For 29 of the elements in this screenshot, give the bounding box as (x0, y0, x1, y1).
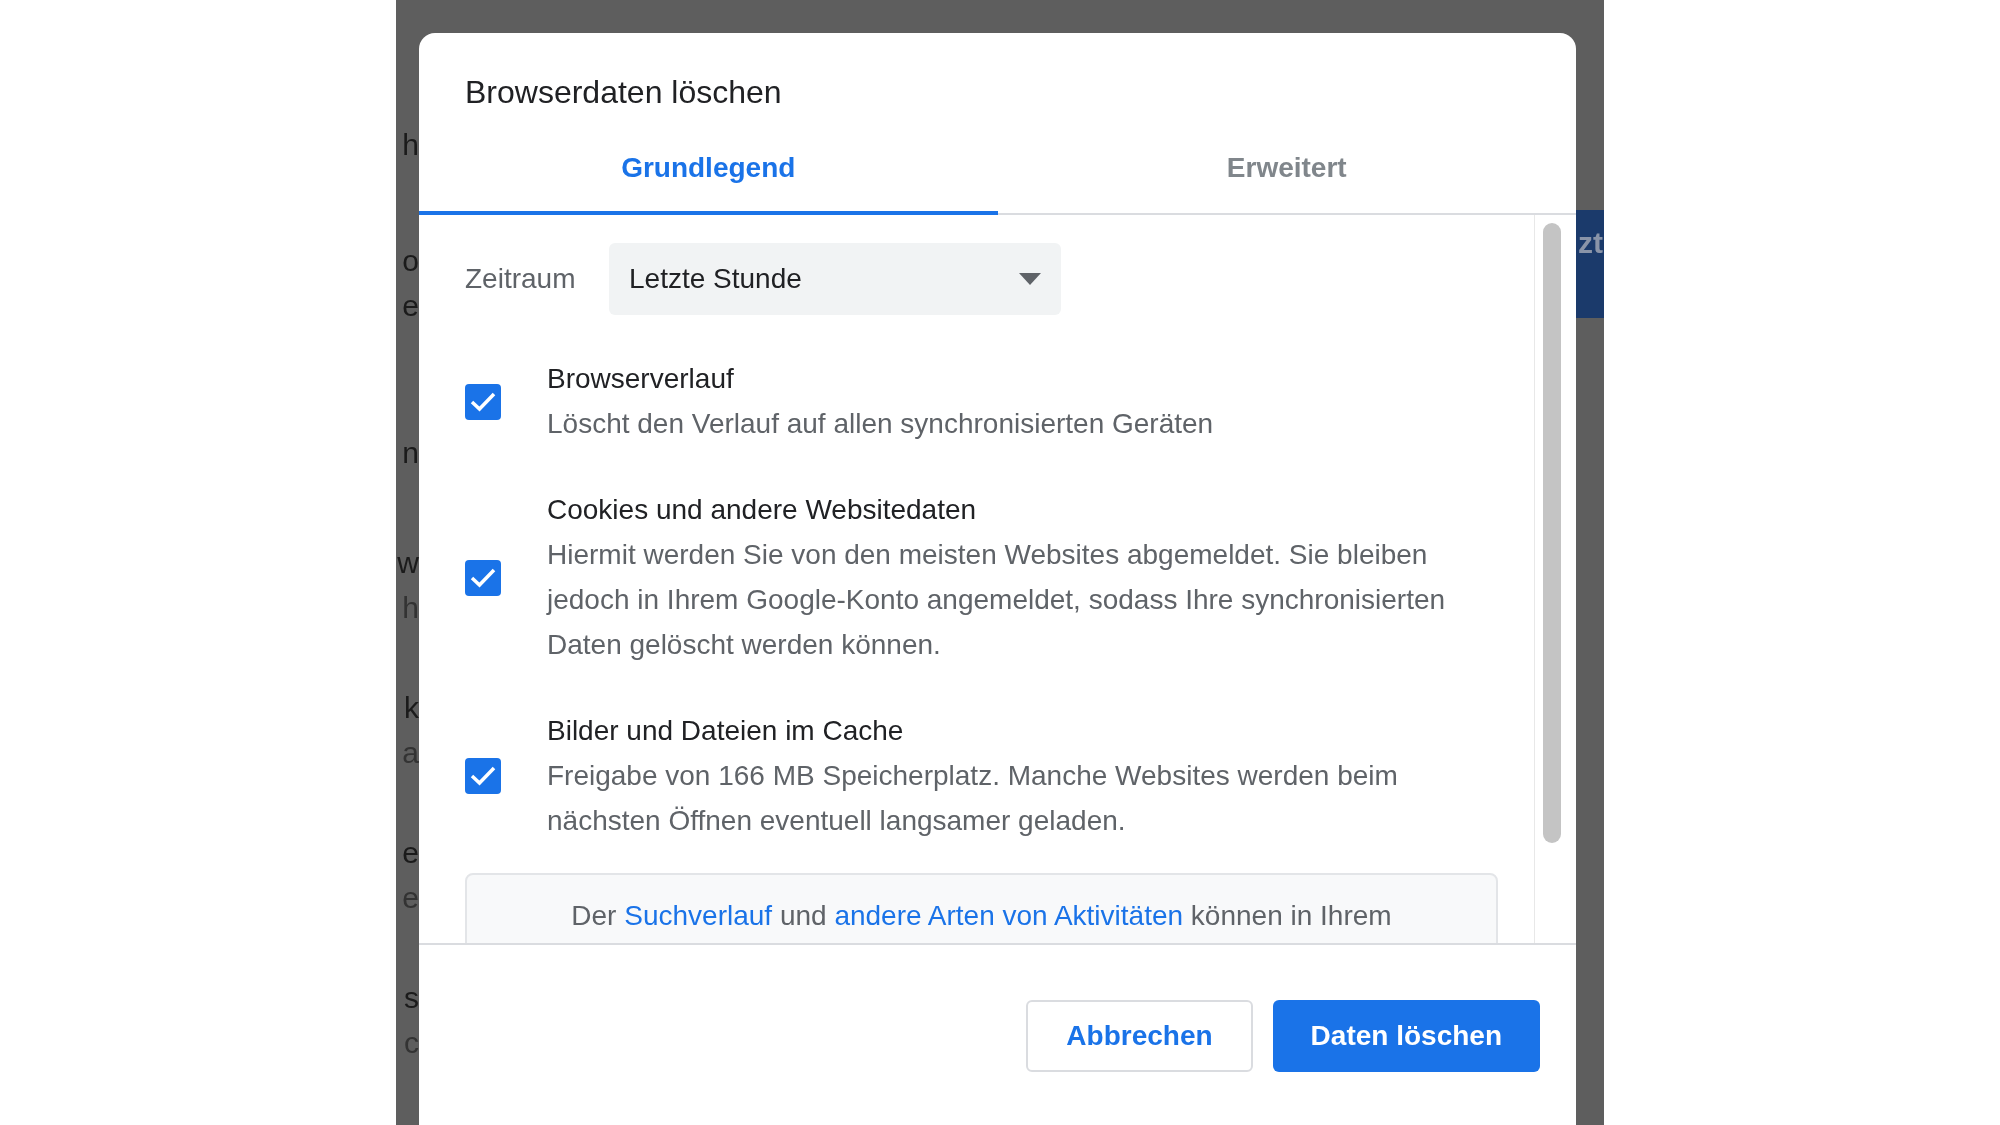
link[interactable]: andere Arten von Aktivitäten (834, 900, 1184, 932)
option-title: Bilder und Dateien im Cache (547, 714, 905, 749)
background-text: e (402, 288, 419, 324)
option-title: Cookies und andere Websitedaten (547, 493, 978, 528)
background-text: o (402, 243, 419, 279)
background-text: e (402, 835, 419, 871)
background-text: h (402, 127, 419, 163)
checkbox[interactable] (465, 559, 501, 596)
delete-button[interactable]: Daten löschen (1272, 1000, 1540, 1073)
option-description: Hiermit werden Sie von den meisten Websites abgemeldet. Sie bleiben jedoch in Ihrem Google-Konto angemeldet, sodass Ihre synchronisierten Daten gelöscht werden können. (547, 538, 1447, 663)
checkbox[interactable] (465, 383, 501, 420)
dialog-title: Browserdaten löschen (464, 73, 783, 112)
background-text: n (402, 435, 419, 471)
time-range-dropdown[interactable]: Letzte Stunde (609, 243, 1061, 316)
time-range-label: Zeitraum (465, 262, 577, 297)
background-text: s (404, 980, 419, 1016)
tab[interactable]: Erweitert (997, 135, 1576, 216)
checkbox[interactable] (465, 758, 501, 795)
background-text: w (397, 545, 419, 581)
cancel-button[interactable]: Abbrechen (1026, 1000, 1253, 1073)
option-title: Browserverlauf (547, 362, 735, 397)
option-description: Löscht den Verlauf auf allen synchronisierten Geräten (547, 407, 1214, 442)
link[interactable]: Suchverlauf (624, 900, 773, 932)
caret-icon (1019, 273, 1041, 286)
scrollbar-thumb[interactable] (1543, 223, 1561, 844)
info-text: Der Suchverlauf und andere Arten von Aktivitäten können in Ihrem (570, 899, 1393, 934)
background-text: k (404, 690, 419, 726)
option-description: Freigabe von 166 MB Speicherplatz. Manche Websites werden beim nächsten Öffnen eventuell langsamer geladen. (547, 759, 1399, 839)
tab[interactable]: Grundlegend (419, 135, 998, 216)
